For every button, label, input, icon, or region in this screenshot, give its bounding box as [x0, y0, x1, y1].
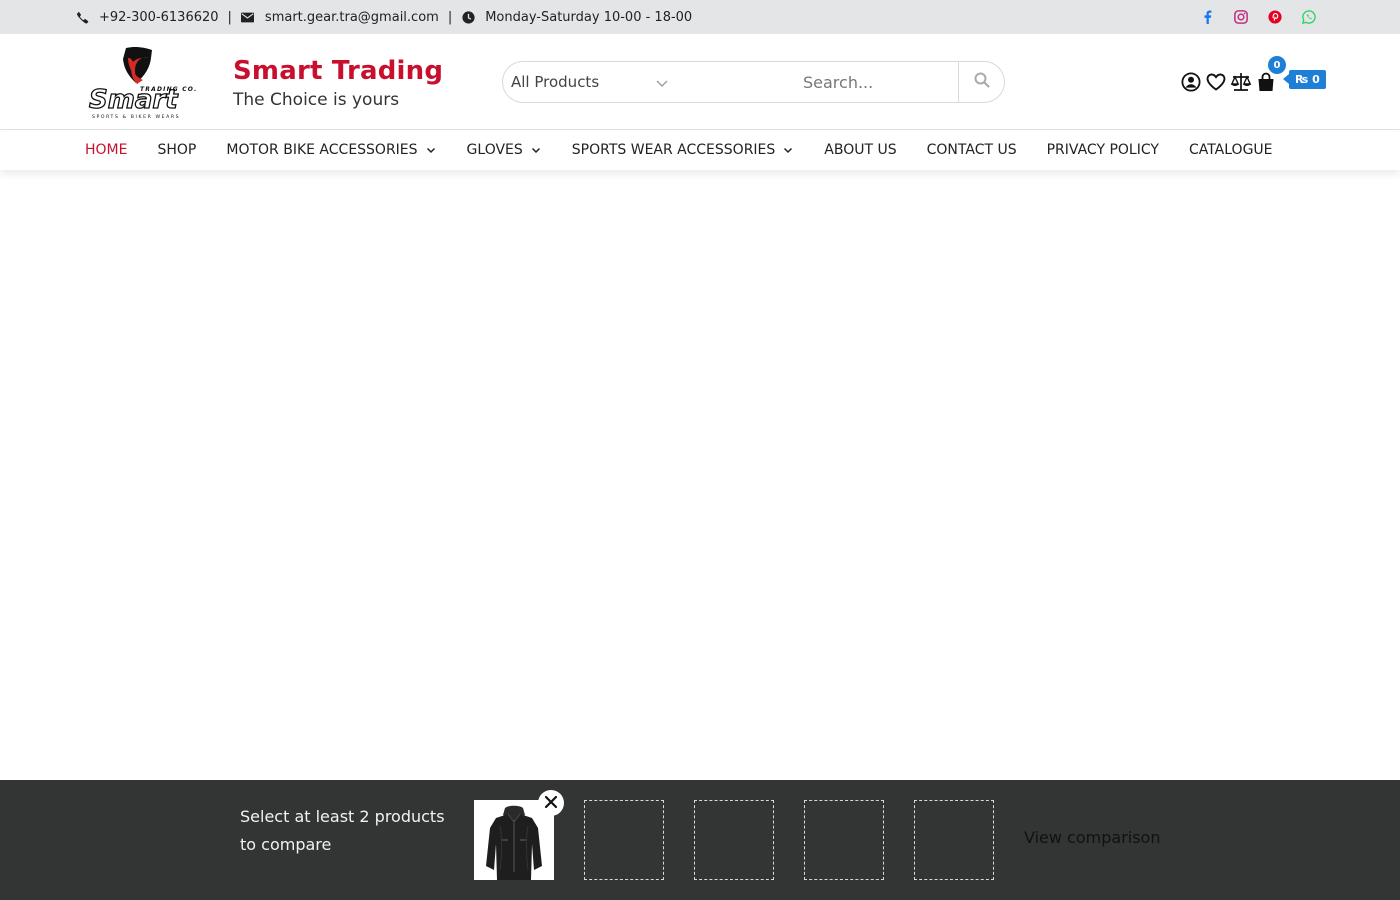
nav-item-sports-wear-accessories[interactable]: SPORTS WEAR ACCESSORIES	[572, 142, 795, 158]
remove-compare-button[interactable]	[538, 790, 564, 816]
search-icon	[974, 72, 990, 92]
brand-tagline: The Choice is yours	[233, 90, 400, 110]
chevron-down-icon[interactable]	[655, 75, 669, 89]
nav-item-shop[interactable]: SHOP	[157, 142, 196, 158]
product-search: All Products	[502, 61, 1005, 103]
email-link[interactable]: smart.gear.tra@gmail.com	[265, 10, 439, 25]
nav-item-home[interactable]: HOME	[85, 142, 127, 158]
nav-item-label: CATALOGUE	[1188, 142, 1273, 158]
compare-scale-icon[interactable]	[1230, 71, 1252, 93]
chevron-down-icon	[782, 144, 794, 156]
view-comparison-button[interactable]: View comparison	[1024, 828, 1160, 847]
site-logo[interactable]: Smart TRADING CO. SPORTS & BIKER WEARS	[84, 44, 206, 122]
search-button[interactable]	[958, 62, 1004, 102]
clock-icon	[461, 10, 475, 24]
facebook-icon[interactable]	[1200, 10, 1214, 24]
nav-item-privacy-policy[interactable]: PRIVACY POLICY	[1047, 142, 1159, 158]
category-select-value: All Products	[511, 73, 600, 91]
phone-icon	[75, 10, 89, 24]
nav-item-label: HOME	[85, 142, 128, 158]
cart-bag-icon[interactable]	[1255, 71, 1277, 93]
instagram-icon[interactable]	[1234, 10, 1248, 24]
nav-item-gloves[interactable]: GLOVES	[467, 142, 542, 158]
wishlist-heart-icon[interactable]	[1205, 71, 1227, 93]
nav-item-label: SPORTS WEAR ACCESSORIES	[571, 142, 776, 158]
whatsapp-icon[interactable]	[1302, 10, 1316, 24]
close-icon	[544, 794, 558, 813]
nav-item-label: MOTOR BIKE ACCESSORIES	[226, 142, 418, 158]
chevron-down-icon	[530, 144, 542, 156]
social-links	[1200, 0, 1316, 34]
cart-count-badge: 0	[1268, 56, 1286, 74]
compare-bar: Select at least 2 products to compare Vi…	[0, 780, 1400, 900]
separator: |	[227, 9, 232, 25]
compare-slot-1[interactable]	[474, 790, 564, 883]
cart-total-badge[interactable]: ₨ 0	[1283, 70, 1326, 89]
opening-hours: Monday-Saturday 10-00 - 18-00	[485, 9, 693, 25]
nav-item-label: CONTACT US	[926, 142, 1017, 158]
main-nav: HOME SHOP MOTOR BIKE ACCESSORIES GLOVES …	[0, 130, 1400, 170]
brand-name[interactable]: Smart Trading	[233, 56, 443, 86]
nav-item-label: GLOVES	[466, 142, 523, 158]
site-header: Smart TRADING CO. SPORTS & BIKER WEARS S…	[0, 34, 1400, 130]
contact-info: +92-300-6136620 | smart.gear.tra@gmail.c…	[75, 0, 692, 34]
header-actions	[1180, 68, 1280, 96]
nav-item-label: PRIVACY POLICY	[1046, 142, 1159, 158]
nav-item-catalogue[interactable]: CATALOGUE	[1189, 142, 1273, 158]
svg-text:TRADING CO.: TRADING CO.	[140, 86, 197, 93]
top-bar: +92-300-6136620 | smart.gear.tra@gmail.c…	[0, 0, 1400, 34]
compare-slot-empty	[694, 800, 774, 880]
compare-slot-empty	[584, 800, 664, 880]
envelope-icon	[241, 10, 255, 24]
nav-item-about-us[interactable]: ABOUT US	[824, 142, 896, 158]
account-icon[interactable]	[1180, 71, 1202, 93]
nav-item-label: SHOP	[157, 142, 197, 158]
svg-text:SPORTS & BIKER WEARS: SPORTS & BIKER WEARS	[92, 114, 180, 120]
jacket-product-thumbnail	[474, 800, 554, 884]
compare-message: Select at least 2 products to compare	[240, 807, 445, 854]
chevron-down-icon	[425, 144, 437, 156]
nav-item-motor-bike-accessories[interactable]: MOTOR BIKE ACCESSORIES	[226, 142, 436, 158]
nav-item-label: ABOUT US	[824, 142, 897, 158]
nav-item-contact-us[interactable]: CONTACT US	[927, 142, 1017, 158]
compare-slot-empty	[804, 800, 884, 880]
separator: |	[447, 9, 453, 25]
phone-number[interactable]: +92-300-6136620	[99, 10, 219, 25]
search-input[interactable]	[803, 62, 953, 102]
pinterest-icon[interactable]	[1268, 10, 1282, 24]
compare-slot-empty	[914, 800, 994, 880]
